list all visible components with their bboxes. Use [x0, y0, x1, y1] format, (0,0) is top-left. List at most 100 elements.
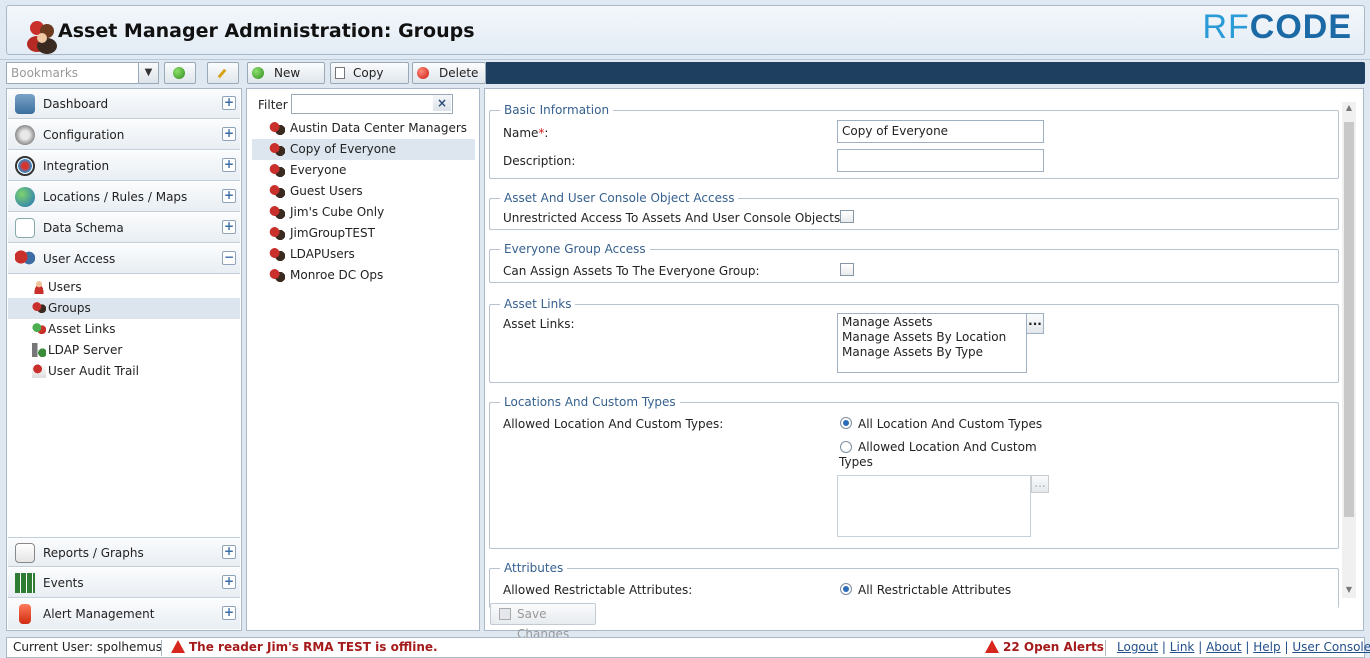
expand-icon[interactable]: + — [222, 575, 236, 589]
attributes-section: Attributes Allowed Restrictable Attribut… — [489, 561, 1339, 608]
nav-users[interactable]: Users — [8, 277, 240, 298]
globe-icon — [15, 187, 35, 207]
nav-user-access[interactable]: User Access − — [8, 244, 240, 274]
events-icon — [15, 573, 35, 593]
list-item[interactable]: Jim's Cube Only — [252, 202, 475, 223]
expand-icon[interactable]: + — [222, 220, 236, 234]
add-bookmark-button[interactable] — [164, 62, 196, 84]
edit-bookmark-button[interactable] — [207, 62, 239, 84]
name-field[interactable]: Copy of Everyone — [837, 120, 1044, 143]
group-icon — [269, 268, 285, 283]
all-attributes-radio[interactable] — [840, 583, 852, 595]
nav-integration[interactable]: Integration + — [8, 151, 240, 181]
dashboard-icon — [15, 94, 35, 114]
chevron-down-icon[interactable]: ▼ — [138, 63, 158, 83]
all-location-types-radio[interactable] — [840, 417, 852, 429]
expand-icon[interactable]: + — [222, 189, 236, 203]
basic-information-section: Basic Information Name*: Copy of Everyon… — [489, 103, 1339, 179]
save-icon — [499, 608, 511, 620]
list-item[interactable]: Copy of Everyone — [252, 139, 475, 160]
everyone-access-checkbox[interactable] — [840, 263, 854, 276]
logout-link[interactable]: Logout — [1117, 640, 1158, 654]
asset-links-section: Asset Links Asset Links: Manage Assets M… — [489, 297, 1339, 383]
nav-ldap-server[interactable]: LDAP Server — [8, 340, 240, 361]
open-alerts-link[interactable]: 22 Open Alerts — [985, 638, 1104, 657]
delete-button[interactable]: Delete — [412, 62, 486, 84]
list-item[interactable]: JimGroupTEST — [252, 223, 475, 244]
help-link[interactable]: Help — [1253, 640, 1280, 654]
list-item[interactable]: Everyone — [252, 160, 475, 181]
expand-icon[interactable]: + — [222, 96, 236, 110]
user-console-link[interactable]: User Console — [1292, 640, 1370, 654]
footer-links: Logout | Link | About | Help | User Cons… — [1117, 640, 1370, 654]
plus-icon — [252, 67, 264, 79]
collapse-icon[interactable]: − — [222, 251, 236, 265]
nav-locations[interactable]: Locations / Rules / Maps + — [8, 182, 240, 212]
nav-user-audit-trail[interactable]: User Audit Trail — [8, 361, 240, 382]
scroll-thumb[interactable] — [1344, 122, 1354, 517]
allowed-location-types-label-line1: Allowed Location And Custom — [858, 440, 1037, 454]
status-bar: Current User: spolhemus The reader Jim's… — [6, 637, 1370, 658]
list-item[interactable]: Guest Users — [252, 181, 475, 202]
users-icon — [15, 249, 35, 269]
expand-icon[interactable]: + — [222, 127, 236, 141]
list-item[interactable]: LDAPUsers — [252, 244, 475, 265]
nav-alert-management[interactable]: Alert Management + — [8, 599, 240, 629]
asset-links-picker-button[interactable]: ... — [1026, 313, 1044, 334]
expand-icon[interactable]: + — [222, 545, 236, 559]
nav-asset-links[interactable]: Asset Links — [8, 319, 240, 340]
delete-icon — [417, 67, 429, 79]
section-legend: Attributes — [500, 561, 568, 575]
form-scrollbar[interactable]: ▲ ▼ — [1342, 102, 1356, 598]
nav-dashboard[interactable]: Dashboard + — [8, 89, 240, 119]
console-access-checkbox[interactable] — [840, 210, 854, 223]
allowed-location-types-radio[interactable] — [840, 441, 852, 453]
nav-reports[interactable]: Reports / Graphs + — [8, 537, 240, 567]
everyone-access-label: Can Assign Assets To The Everyone Group: — [503, 264, 760, 278]
asset-links-label: Asset Links: — [503, 317, 575, 331]
attributes-label: Allowed Restrictable Attributes: — [503, 583, 693, 597]
list-item[interactable]: Monroe DC Ops — [252, 265, 475, 286]
group-icon — [269, 205, 285, 220]
description-field[interactable] — [837, 149, 1044, 172]
location-types-list[interactable] — [837, 475, 1031, 537]
nav-data-schema[interactable]: Data Schema + — [8, 213, 240, 243]
nav-configuration[interactable]: Configuration + — [8, 120, 240, 150]
bookmarks-select[interactable]: Bookmarks ▼ — [6, 62, 159, 84]
location-types-picker-button[interactable]: ... — [1031, 475, 1049, 493]
nav-events[interactable]: Events + — [8, 568, 240, 598]
nav-groups[interactable]: Groups — [8, 298, 240, 319]
section-legend: Everyone Group Access — [500, 242, 650, 256]
asset-links-list[interactable]: Manage Assets Manage Assets By Location … — [837, 313, 1027, 373]
all-location-types-label: All Location And Custom Types — [858, 417, 1043, 431]
group-icon — [269, 184, 285, 199]
about-link[interactable]: About — [1206, 640, 1241, 654]
copy-button[interactable]: Copy — [330, 62, 409, 84]
list-item[interactable]: Manage Assets By Type — [842, 345, 1022, 360]
scroll-up-icon[interactable]: ▲ — [1343, 103, 1355, 115]
pencil-icon — [217, 68, 227, 79]
schema-icon — [15, 218, 35, 238]
expand-icon[interactable]: + — [222, 606, 236, 620]
offline-warning[interactable]: The reader Jim's RMA TEST is offline. — [171, 638, 438, 657]
link-link[interactable]: Link — [1170, 640, 1195, 654]
list-item[interactable]: Manage Assets — [842, 315, 1022, 330]
group-admin-icon — [27, 21, 57, 54]
warning-icon — [985, 640, 999, 653]
section-legend: Locations And Custom Types — [500, 395, 680, 409]
all-attributes-label: All Restrictable Attributes — [858, 583, 1012, 597]
list-item[interactable]: Austin Data Center Managers — [252, 118, 475, 139]
console-access-label: Unrestricted Access To Assets And User C… — [503, 211, 845, 225]
new-button[interactable]: New — [247, 62, 325, 84]
list-item[interactable]: Manage Assets By Location — [842, 330, 1022, 345]
scroll-down-icon[interactable]: ▼ — [1343, 585, 1355, 597]
filter-input[interactable] — [291, 94, 453, 114]
save-changes-button[interactable]: Save Changes — [490, 603, 596, 641]
location-types-section: Locations And Custom Types Allowed Locat… — [489, 395, 1339, 549]
everyone-access-section: Everyone Group Access Can Assign Assets … — [489, 242, 1339, 283]
expand-icon[interactable]: + — [222, 158, 236, 172]
location-types-label: Allowed Location And Custom Types: — [503, 417, 724, 431]
description-label: Description: — [503, 154, 576, 168]
clear-filter-icon[interactable]: × — [433, 95, 451, 111]
name-label: Name*: — [503, 126, 549, 140]
